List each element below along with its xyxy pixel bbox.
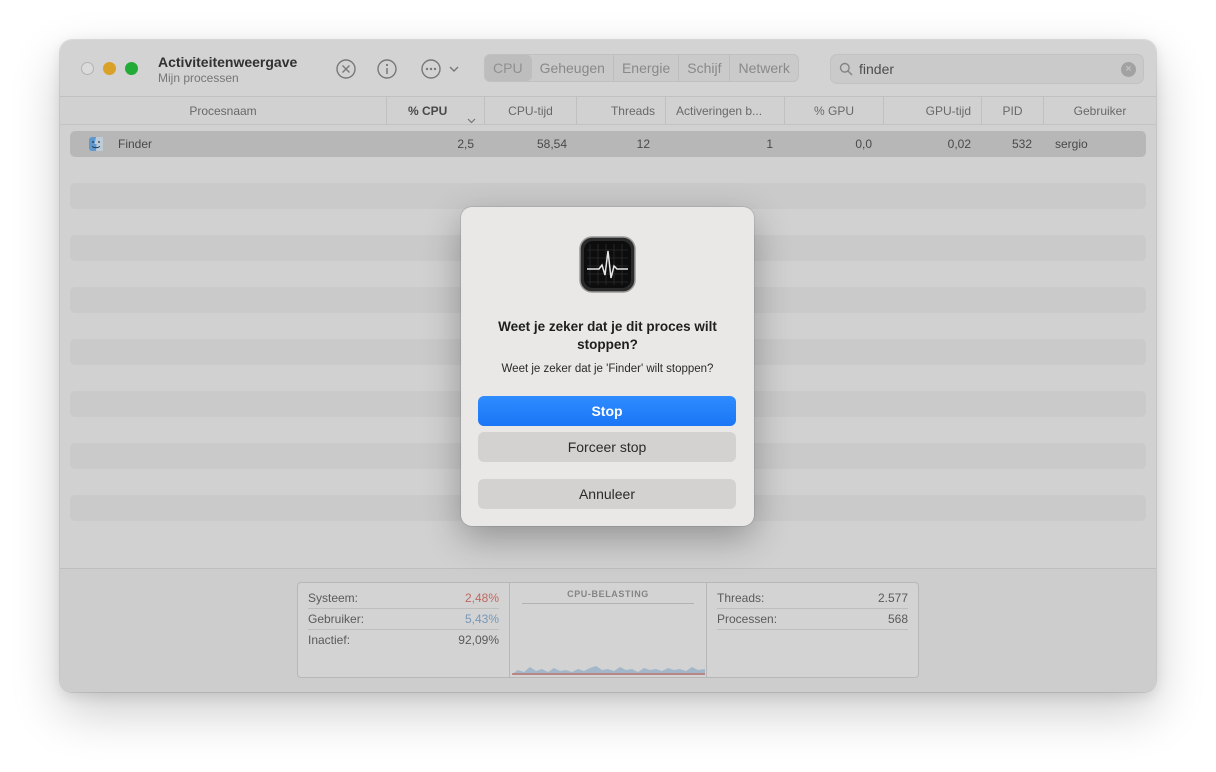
stat-gebruiker: Gebruiker: 5,43% (308, 609, 499, 630)
empty-row (70, 157, 1146, 183)
tab-schijf[interactable]: Schijf (679, 55, 731, 81)
col-cpu-label: % CPU (408, 104, 448, 118)
zoom-window-button[interactable] (125, 62, 138, 75)
cpu-time-value: 58,54 (536, 137, 567, 151)
stat-gebruiker-label: Gebruiker: (308, 612, 365, 626)
col-cpu[interactable]: % CPU (387, 97, 485, 125)
tab-cpu[interactable]: CPU (485, 55, 532, 81)
stop-button[interactable]: Stop (478, 396, 736, 426)
search-field[interactable]: finder × (830, 54, 1144, 84)
process-name: Finder (118, 137, 153, 151)
close-window-button[interactable] (81, 62, 94, 75)
empty-row (70, 183, 1146, 209)
search-icon (839, 62, 853, 76)
clear-search-icon[interactable]: × (1121, 62, 1136, 77)
col-threads[interactable]: Threads (577, 97, 666, 125)
chevron-down-icon[interactable] (448, 62, 460, 74)
col-pid[interactable]: PID (982, 97, 1044, 125)
cpu-usage-panel: Systeem: 2,48% Gebruiker: 5,43% Inactief… (298, 583, 510, 677)
tab-netwerk[interactable]: Netwerk (730, 55, 797, 81)
stat-systeem-value: 2,48% (464, 591, 499, 605)
force-stop-button[interactable]: Forceer stop (478, 432, 736, 462)
stop-process-icon[interactable] (335, 58, 357, 80)
cpu-load-panel: CPU-BELASTING (510, 583, 707, 677)
col-procesnaam[interactable]: Procesnaam (60, 97, 387, 125)
category-tabs: CPU Geheugen Energie Schijf Netwerk (484, 54, 799, 82)
toolbar: Activiteitenweergave Mijn processen CPU … (60, 40, 1156, 97)
minimize-window-button[interactable] (103, 62, 116, 75)
stat-systeem-label: Systeem: (308, 591, 359, 605)
app-title: Activiteitenweergave (158, 54, 298, 70)
stat-systeem: Systeem: 2,48% (308, 588, 499, 609)
search-input[interactable]: finder (859, 61, 894, 77)
cancel-button[interactable]: Annuleer (478, 479, 736, 509)
stat-threads-label: Threads: (717, 591, 765, 605)
col-cpu-tijd[interactable]: CPU-tijd (485, 97, 577, 125)
stat-processen-label: Processen: (717, 612, 778, 626)
cpu-load-graph (512, 666, 705, 675)
col-gpu[interactable]: % GPU (785, 97, 884, 125)
gpu-time-value: 0,02 (947, 137, 971, 151)
user-value: sergio (1055, 137, 1088, 151)
cpu-value: 2,5 (457, 137, 474, 151)
stat-inactief: Inactief: 92,09% (308, 630, 499, 651)
quit-process-dialog: Weet je zeker dat je dit proces wilt sto… (461, 207, 754, 526)
more-options-icon[interactable] (420, 58, 442, 80)
table-row[interactable]: Finder 2,5 58,54 12 1 0,0 0,02 532 sergi… (70, 131, 1146, 157)
stat-inactief-label: Inactief: (308, 633, 351, 647)
stat-processen: Processen: 568 (717, 609, 908, 630)
column-header: Procesnaam % CPU CPU-tijd Threads Active… (60, 97, 1156, 125)
stat-threads: Threads: 2.577 (717, 588, 908, 609)
process-count-panel: Threads: 2.577 Processen: 568 (707, 583, 918, 677)
dialog-message: Weet je zeker dat je 'Finder' wilt stopp… (501, 363, 714, 375)
activity-monitor-window: Activiteitenweergave Mijn processen CPU … (60, 40, 1156, 692)
finder-icon (88, 136, 104, 152)
cpu-load-title: CPU-BELASTING (522, 589, 694, 604)
col-gebruiker[interactable]: Gebruiker (1044, 97, 1156, 125)
col-gpu-tijd[interactable]: GPU-tijd (884, 97, 982, 125)
cpu-stats-panel: Systeem: 2,48% Gebruiker: 5,43% Inactief… (297, 582, 919, 678)
gpu-value: 0,0 (855, 137, 872, 151)
stat-gebruiker-value: 5,43% (464, 612, 499, 626)
wakeups-value: 1 (766, 137, 773, 151)
title-block: Activiteitenweergave Mijn processen (158, 54, 297, 86)
stats-footer: Systeem: 2,48% Gebruiker: 5,43% Inactief… (60, 568, 1156, 692)
tab-geheugen[interactable]: Geheugen (532, 55, 614, 81)
dialog-title: Weet je zeker dat je dit proces wilt sto… (498, 319, 717, 352)
col-activeringen[interactable]: Activeringen b... (666, 97, 785, 125)
sort-chevron-icon (467, 107, 476, 124)
threads-value: 12 (636, 137, 650, 151)
info-icon[interactable] (376, 58, 398, 80)
stat-threads-value: 2.577 (877, 591, 908, 605)
stat-processen-value: 568 (887, 612, 908, 626)
stat-inactief-value: 92,09% (458, 633, 499, 647)
activity-monitor-app-icon (579, 236, 636, 293)
tab-energie[interactable]: Energie (614, 55, 680, 81)
app-subtitle: Mijn processen (158, 71, 239, 85)
pid-value: 532 (1011, 137, 1032, 151)
